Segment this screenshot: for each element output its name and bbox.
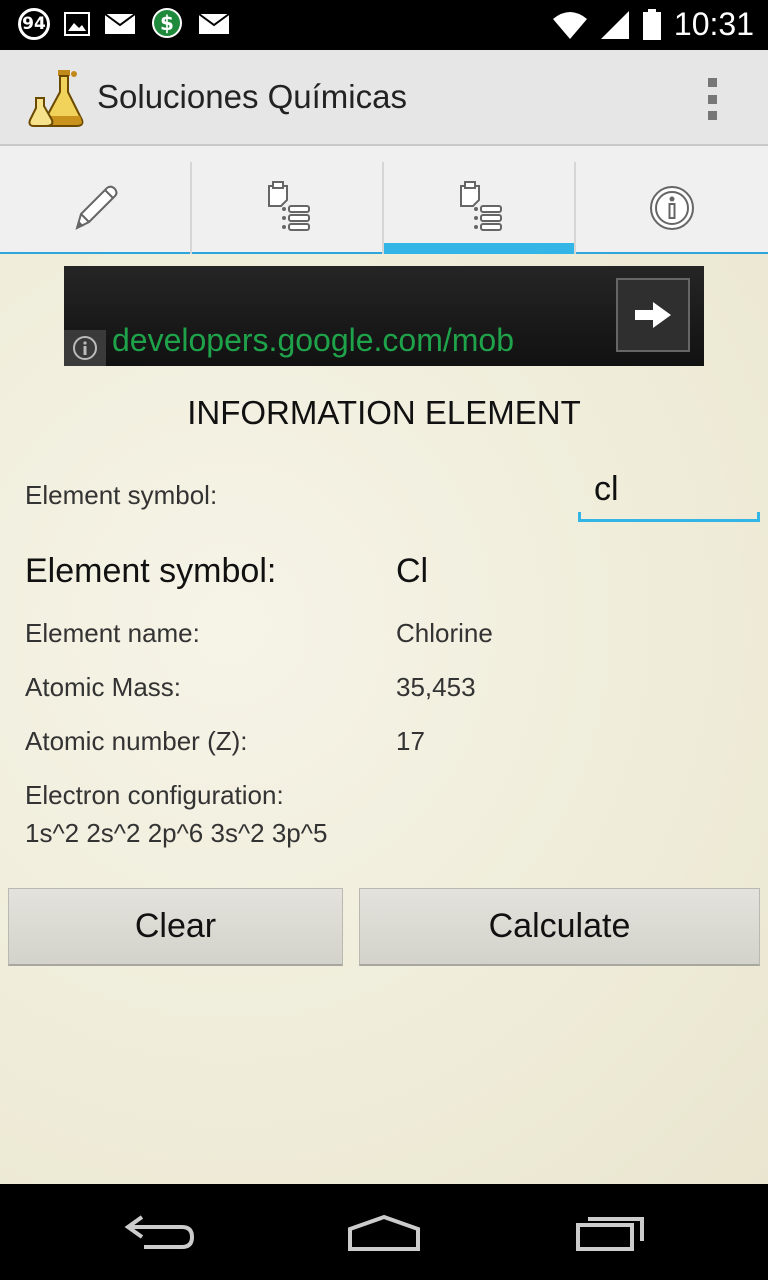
content-area: developers.google.com/mob INFORMATION EL… [0, 254, 768, 1184]
navigation-bar [0, 1184, 768, 1280]
clear-button[interactable]: Clear [8, 888, 343, 966]
electron-config-label: Electron configuration: [25, 780, 284, 810]
recent-apps-icon[interactable] [560, 1206, 660, 1260]
app-title: Soluciones Químicas [97, 78, 407, 115]
ad-banner[interactable]: developers.google.com/mob [64, 266, 704, 366]
atomic-number-label: Atomic number (Z): [25, 726, 248, 756]
notification-icons: 94 $ [18, 7, 230, 41]
dollar-icon: $ [152, 8, 182, 38]
signal-icon [600, 10, 629, 39]
home-icon[interactable] [334, 1206, 434, 1260]
info-icon [650, 186, 694, 230]
electron-config-value: 1s^2 2s^2 2p^6 3s^2 3p^5 [25, 818, 328, 848]
tab-info[interactable] [576, 162, 768, 254]
atomic-number-value: 17 [396, 726, 425, 756]
clock: 10:31 [673, 6, 754, 42]
tab-clipboard-1[interactable] [192, 162, 382, 254]
image-icon [64, 12, 90, 36]
atomic-mass-label: Atomic Mass: [25, 672, 182, 702]
mail-icon [104, 13, 136, 34]
element-symbol-input[interactable] [578, 460, 760, 518]
ad-text[interactable]: developers.google.com/mob [112, 322, 514, 359]
calculate-button[interactable]: Calculate [359, 888, 760, 966]
status-bar: 94 $ 10:31 [0, 0, 768, 50]
clipboard-list-icon [268, 181, 310, 231]
battery-icon [642, 8, 661, 40]
tab-clipboard-2[interactable] [384, 162, 574, 254]
wifi-icon [552, 11, 587, 39]
mail-icon [198, 13, 230, 34]
arrow-right-icon[interactable] [616, 278, 690, 352]
tab-pencil[interactable] [0, 162, 190, 254]
flasks-logo [28, 70, 84, 127]
result-symbol-label: Element symbol: [25, 552, 277, 590]
overflow-menu-icon[interactable] [700, 78, 724, 120]
atomic-mass-value: 35,453 [396, 672, 476, 702]
symbol-input-wrapper[interactable] [578, 460, 760, 522]
tab-bar [0, 146, 768, 254]
symbol-input-label: Element symbol: [25, 480, 218, 510]
element-name-label: Element name: [25, 618, 200, 648]
element-name-value: Chlorine [396, 618, 493, 648]
pencil-icon [75, 185, 118, 230]
info-icon[interactable] [64, 330, 106, 366]
clipboard-list-icon [460, 181, 502, 231]
svg-text:$: $ [160, 11, 174, 35]
notification-count-badge: 94 [18, 8, 50, 40]
action-bar: Soluciones Químicas [0, 50, 768, 146]
result-symbol-value: Cl [396, 552, 429, 590]
back-icon[interactable] [110, 1206, 210, 1260]
page-heading: INFORMATION ELEMENT [187, 394, 581, 431]
system-icons: 10:31 [552, 6, 754, 43]
